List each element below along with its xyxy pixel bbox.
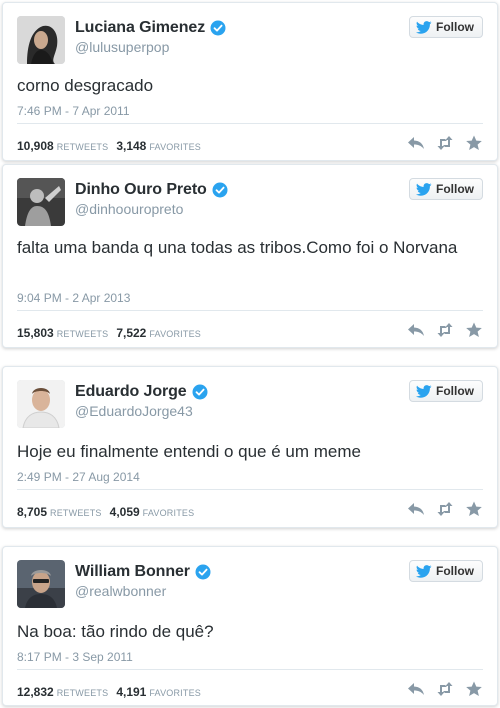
tweet-card: Luciana Gimenez @lulusuperpop Follow cor…	[2, 2, 498, 161]
tweet-stats: 8,705 RETWEETS 4,059 FAVORITES	[17, 505, 194, 519]
favorite-count[interactable]: 4,191	[116, 685, 146, 699]
tweet-actions	[396, 681, 483, 697]
user-handle[interactable]: @dinhoouropreto	[75, 201, 228, 217]
divider	[17, 669, 483, 670]
retweet-icon[interactable]	[436, 501, 454, 517]
favorites-label: FAVORITES	[149, 142, 201, 152]
tweet-text: Hoje eu finalmente entendi o que é um me…	[17, 442, 361, 461]
tweet-actions	[396, 135, 483, 151]
divider	[17, 489, 483, 490]
tweet-header: Dinho Ouro Preto @dinhoouropreto Follow	[17, 178, 483, 226]
favorite-count[interactable]: 7,522	[116, 326, 146, 340]
reply-icon[interactable]	[407, 135, 425, 151]
avatar[interactable]	[17, 380, 65, 428]
verified-badge-icon	[192, 384, 208, 400]
display-name[interactable]: Luciana Gimenez	[75, 19, 205, 37]
retweets-label: RETWEETS	[50, 508, 102, 518]
retweet-count[interactable]: 10,908	[17, 139, 54, 153]
reply-icon[interactable]	[407, 322, 425, 338]
tweet-actions	[396, 501, 483, 517]
display-name[interactable]: William Bonner	[75, 563, 190, 581]
tweet-stats: 12,832 RETWEETS 4,191 FAVORITES	[17, 685, 201, 699]
retweet-count[interactable]: 12,832	[17, 685, 54, 699]
follow-label: Follow	[436, 182, 474, 196]
verified-badge-icon	[212, 182, 228, 198]
tweet-timestamp[interactable]: 8:17 PM - 3 Sep 2011	[17, 650, 133, 664]
favorites-label: FAVORITES	[142, 508, 195, 518]
follow-label: Follow	[436, 384, 474, 398]
tweet-timestamp[interactable]: 9:04 PM - 2 Apr 2013	[17, 291, 130, 305]
tweet-text: corno desgracado	[17, 76, 154, 95]
retweet-count[interactable]: 8,705	[17, 505, 47, 519]
tweet-card: Dinho Ouro Preto @dinhoouropreto Follow …	[2, 164, 498, 348]
retweet-icon[interactable]	[436, 135, 454, 151]
tweet-text: falta uma banda q una todas as tribos.Co…	[17, 238, 458, 257]
follow-button[interactable]: Follow	[409, 380, 483, 402]
follow-label: Follow	[436, 20, 474, 34]
name-block: Luciana Gimenez @lulusuperpop	[75, 19, 226, 55]
follow-label: Follow	[436, 564, 474, 578]
user-handle[interactable]: @lulusuperpop	[75, 39, 226, 55]
favorite-star-icon[interactable]	[465, 681, 483, 697]
retweets-label: RETWEETS	[56, 688, 109, 698]
tweet-stats: 10,908 RETWEETS 3,148 FAVORITES	[17, 139, 201, 153]
user-handle[interactable]: @EduardoJorge43	[75, 403, 208, 419]
name-block: William Bonner @realwbonner	[75, 563, 211, 599]
favorite-star-icon[interactable]	[465, 322, 483, 338]
twitter-bird-icon	[416, 564, 432, 578]
tweet-timestamp[interactable]: 2:49 PM - 27 Aug 2014	[17, 470, 140, 484]
tweet-text: Na boa: tão rindo de quê?	[17, 622, 214, 641]
divider	[17, 123, 483, 124]
follow-button[interactable]: Follow	[409, 560, 483, 582]
tweet-header: Luciana Gimenez @lulusuperpop Follow	[17, 16, 483, 64]
tweet-header: William Bonner @realwbonner Follow	[17, 560, 483, 608]
retweets-label: RETWEETS	[56, 142, 109, 152]
twitter-bird-icon	[416, 182, 432, 196]
user-handle[interactable]: @realwbonner	[75, 583, 211, 599]
retweet-icon[interactable]	[436, 681, 454, 697]
tweet-header: Eduardo Jorge @EduardoJorge43 Follow	[17, 380, 483, 428]
retweets-label: RETWEETS	[56, 329, 109, 339]
reply-icon[interactable]	[407, 681, 425, 697]
twitter-bird-icon	[416, 384, 432, 398]
avatar[interactable]	[17, 178, 65, 226]
display-name[interactable]: Dinho Ouro Preto	[75, 181, 207, 199]
tweet-timestamp[interactable]: 7:46 PM - 7 Apr 2011	[17, 104, 130, 118]
favorite-count[interactable]: 4,059	[110, 505, 140, 519]
follow-button[interactable]: Follow	[409, 178, 483, 200]
verified-badge-icon	[195, 564, 211, 580]
tweet-actions	[396, 322, 483, 338]
avatar[interactable]	[17, 16, 65, 64]
tweet-stats: 15,803 RETWEETS 7,522 FAVORITES	[17, 326, 201, 340]
retweet-count[interactable]: 15,803	[17, 326, 54, 340]
verified-badge-icon	[210, 20, 226, 36]
avatar[interactable]	[17, 560, 65, 608]
display-name[interactable]: Eduardo Jorge	[75, 383, 187, 401]
divider	[17, 310, 483, 311]
name-block: Dinho Ouro Preto @dinhoouropreto	[75, 181, 228, 217]
favorite-star-icon[interactable]	[465, 501, 483, 517]
tweet-card: Eduardo Jorge @EduardoJorge43 Follow Hoj…	[2, 366, 498, 528]
favorites-label: FAVORITES	[149, 329, 201, 339]
favorites-label: FAVORITES	[149, 688, 201, 698]
favorite-star-icon[interactable]	[465, 135, 483, 151]
twitter-bird-icon	[416, 20, 432, 34]
name-block: Eduardo Jorge @EduardoJorge43	[75, 383, 208, 419]
follow-button[interactable]: Follow	[409, 16, 483, 38]
favorite-count[interactable]: 3,148	[116, 139, 146, 153]
reply-icon[interactable]	[407, 501, 425, 517]
retweet-icon[interactable]	[436, 322, 454, 338]
tweet-card: William Bonner @realwbonner Follow Na bo…	[2, 546, 498, 706]
